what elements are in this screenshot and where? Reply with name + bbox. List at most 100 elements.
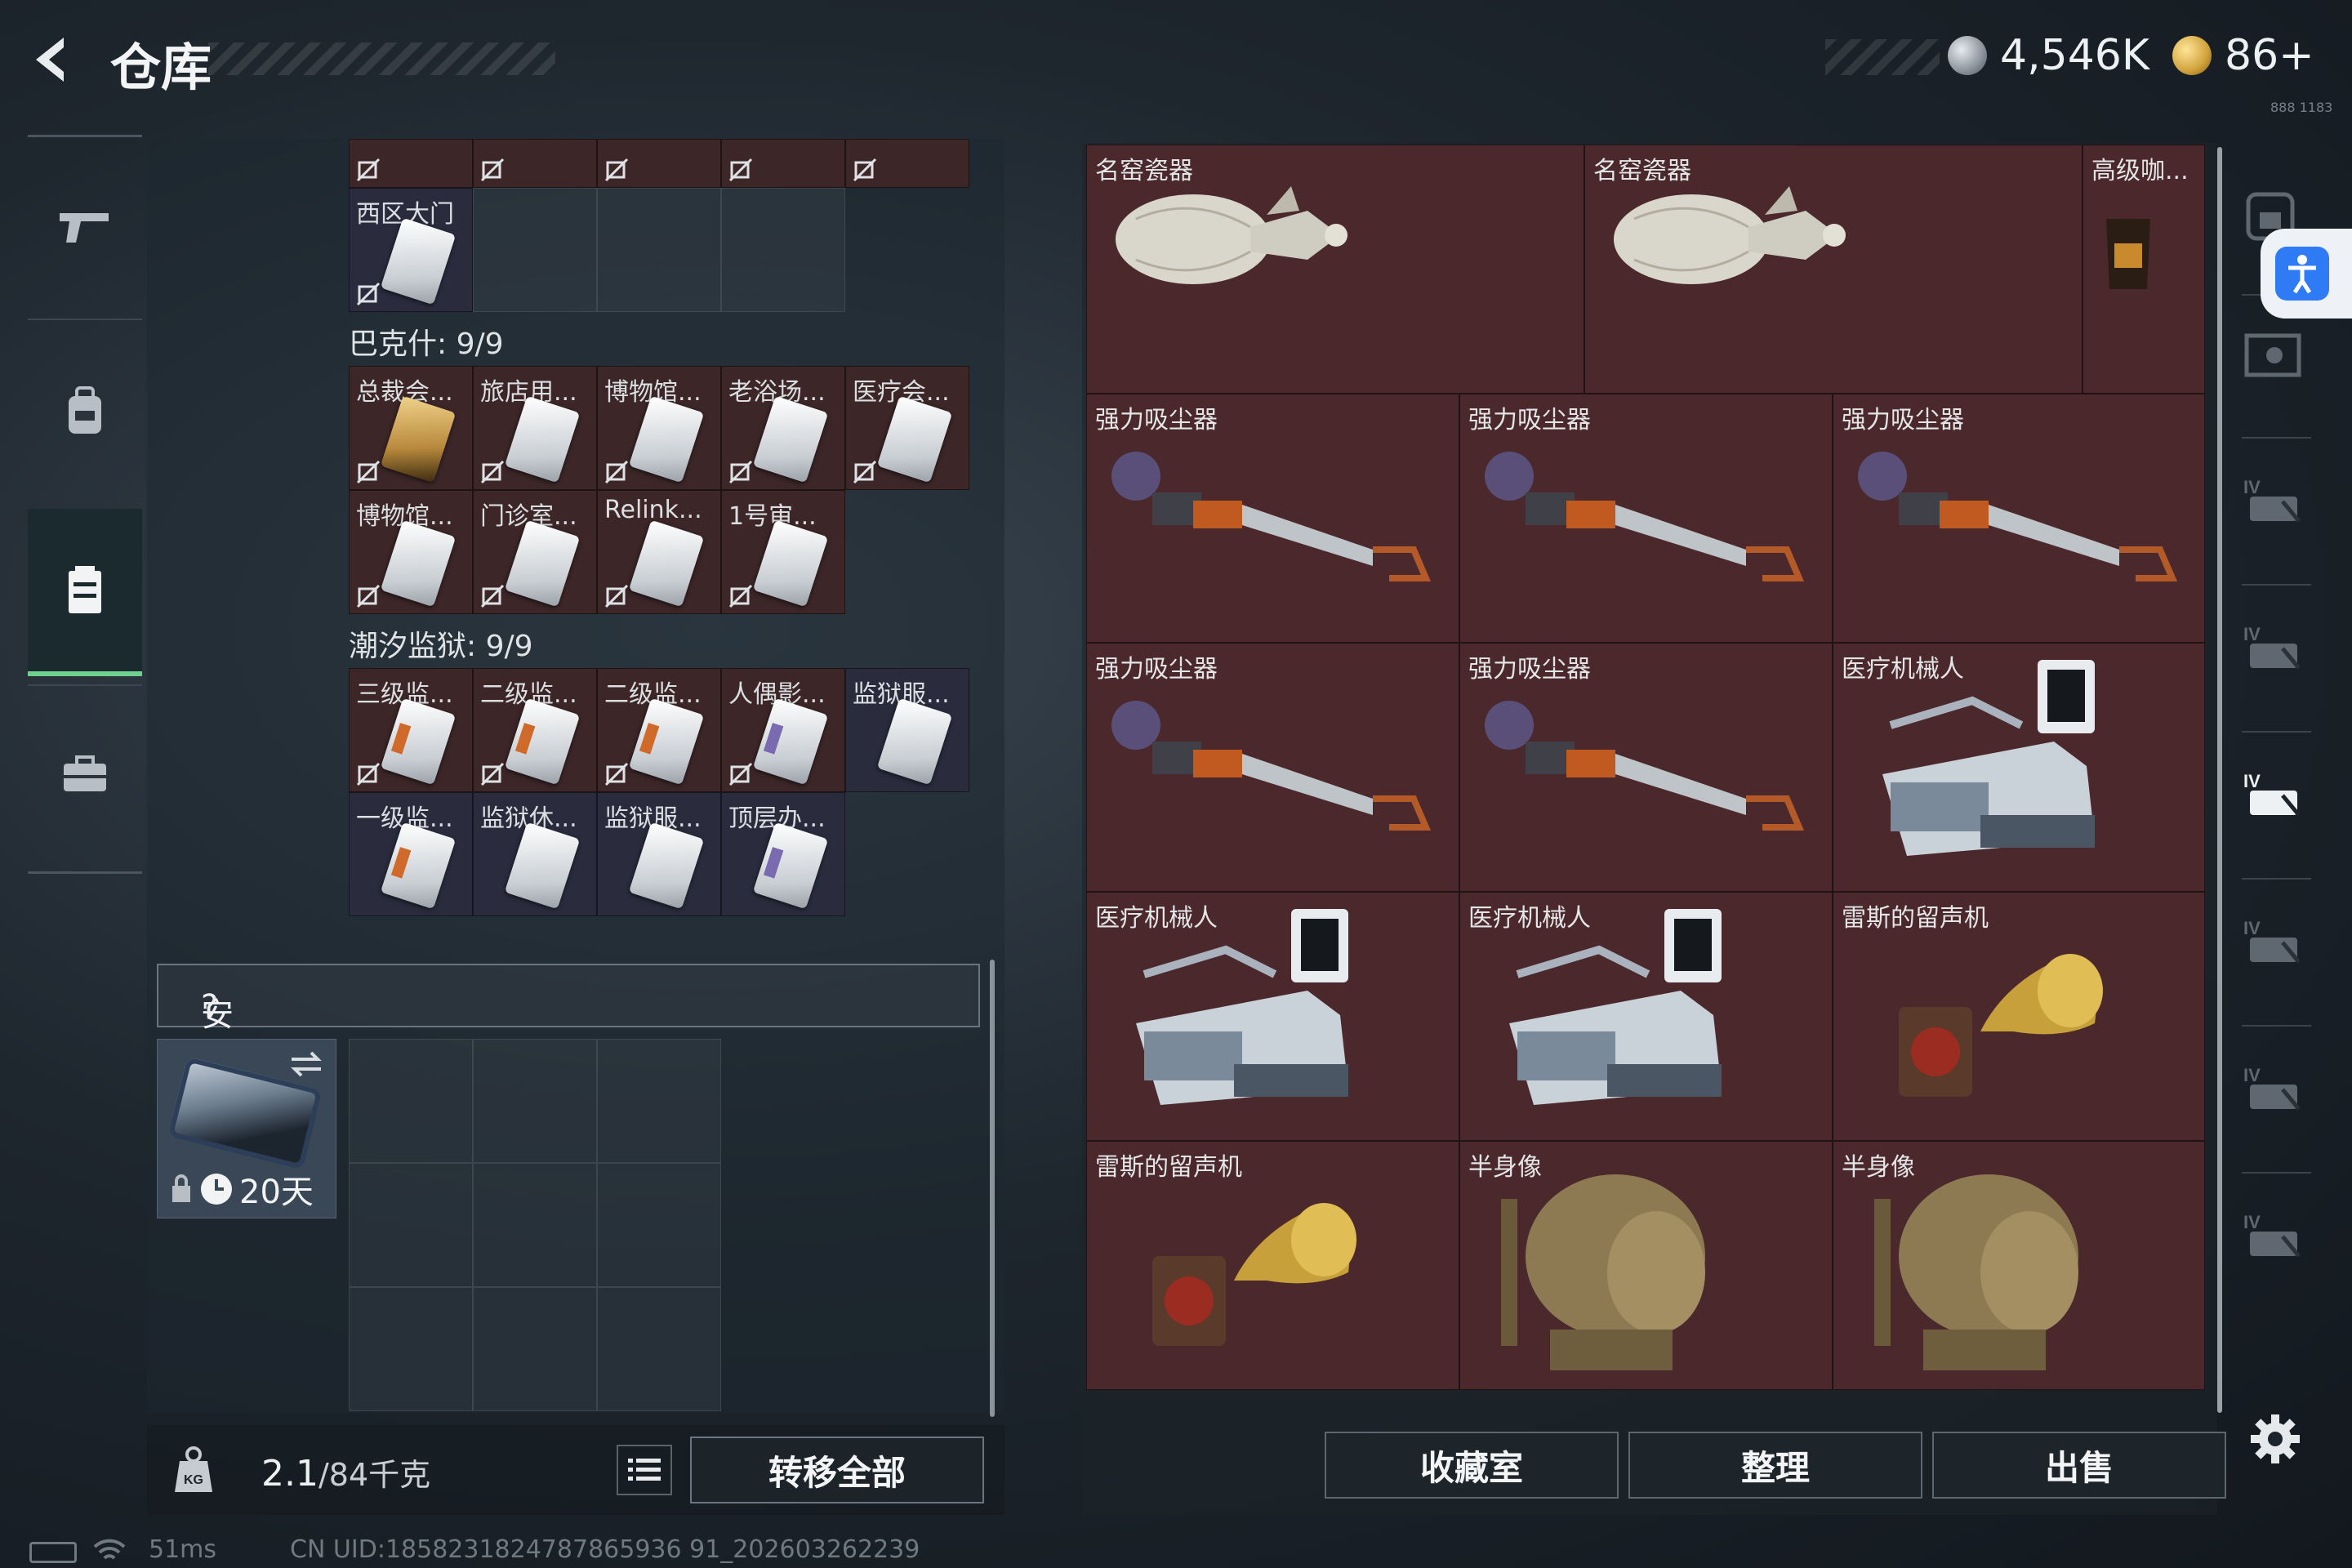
rail-tab-weapons[interactable] — [28, 145, 142, 309]
safebox-slot[interactable] — [597, 1039, 721, 1163]
stash-grid-tide-prison: 三级监... 二级监... 二级监... 人偶影... 监狱服... 一级监... 监狱休.… — [349, 668, 969, 916]
no-transfer-icon — [356, 584, 381, 608]
silver-currency[interactable]: 4,546K — [1948, 31, 2149, 80]
weight-readout: 2.1/84千克 — [261, 1450, 430, 1494]
key-card-item[interactable]: 二级监... — [597, 668, 721, 792]
sell-button[interactable]: 出售 — [1932, 1432, 2226, 1499]
safebox-case-item[interactable]: 20天 — [157, 1039, 336, 1218]
battery-icon — [29, 1542, 77, 1563]
key-card-item[interactable]: 老浴场... — [721, 366, 845, 490]
rail-tab-container[interactable] — [28, 509, 142, 676]
key-card-item[interactable]: 二级监... — [473, 668, 597, 792]
container-item-vacuum[interactable]: 强力吸尘器 — [1086, 394, 1459, 643]
safebox-slot[interactable] — [473, 1039, 597, 1163]
key-card-icon — [752, 697, 829, 786]
key-card-item[interactable]: 医疗会... — [845, 366, 969, 490]
iv-case-icon[interactable]: IV — [2242, 1209, 2307, 1266]
key-card-item[interactable] — [721, 139, 845, 188]
key-card-item[interactable] — [473, 139, 597, 188]
safebox-slot[interactable] — [473, 1163, 597, 1287]
stash-scrollbar[interactable] — [990, 960, 995, 1417]
container-item-robot[interactable]: 医疗机械人 — [1086, 892, 1459, 1141]
key-card-item[interactable] — [597, 139, 721, 188]
key-card-icon — [380, 519, 457, 608]
key-card-item[interactable]: 1号审... — [721, 490, 845, 614]
key-card-item[interactable]: 一级监... — [349, 792, 473, 916]
settings-gear-icon[interactable] — [2247, 1411, 2303, 1467]
svg-text:KG: KG — [184, 1473, 203, 1487]
iv-case-icon[interactable]: IV — [2242, 621, 2307, 678]
container-item-bust[interactable]: 半身像 — [1833, 1141, 2205, 1390]
key-card-item[interactable]: 监狱服... — [597, 792, 721, 916]
container-item-vacuum[interactable]: 强力吸尘器 — [1459, 643, 1833, 892]
weight-icon: KG — [175, 1446, 212, 1492]
rail-tab-briefcase[interactable] — [28, 693, 142, 856]
safebox-slot[interactable] — [473, 1287, 597, 1411]
transfer-all-button[interactable]: 转移全部 — [690, 1437, 984, 1503]
iv-case-icon[interactable]: IV — [2242, 915, 2307, 972]
container-scrollbar[interactable] — [2217, 147, 2222, 1413]
backpack-icon — [69, 386, 101, 434]
container-item-vase[interactable]: 名窑瓷器 — [1584, 145, 2082, 394]
key-card-item[interactable]: 监狱服... — [845, 668, 969, 792]
key-card-item[interactable]: 门诊室... — [473, 490, 597, 614]
key-card-item[interactable]: 顶层办... — [721, 792, 845, 916]
accessibility-icon — [2275, 247, 2329, 301]
key-card-item[interactable] — [845, 139, 969, 188]
key-card-item[interactable]: 旅店用... — [473, 366, 597, 490]
safebox-header[interactable]: 安全箱: 0/9 ? — [157, 964, 980, 1168]
svg-text:IV: IV — [2243, 1065, 2261, 1085]
safebox-slot[interactable] — [597, 1287, 721, 1411]
container-item-phonograph[interactable]: 雷斯的留声机 — [1833, 892, 2205, 1141]
key-card-item[interactable]: 博物馆... — [597, 366, 721, 490]
container-item-bust[interactable]: 半身像 — [1459, 1141, 1833, 1390]
list-view-button[interactable] — [617, 1445, 672, 1495]
coffee-icon — [2106, 219, 2150, 289]
safebox-slot[interactable] — [349, 1287, 473, 1411]
empty-slot[interactable] — [473, 188, 597, 312]
container-item-vase[interactable]: 名窑瓷器 — [1086, 145, 1584, 394]
key-card-item[interactable]: 人偶影... — [721, 668, 845, 792]
iv-case-icon[interactable]: IV — [2242, 1062, 2307, 1119]
container-item-vacuum[interactable]: 强力吸尘器 — [1459, 394, 1833, 643]
key-card-item[interactable]: 总裁会... — [349, 366, 473, 490]
no-transfer-icon — [480, 460, 505, 484]
gold-currency[interactable]: 86+ — [2172, 31, 2314, 80]
key-card-item[interactable]: 三级监... — [349, 668, 473, 792]
swap-icon[interactable] — [288, 1049, 324, 1079]
safebox-slot[interactable] — [349, 1039, 473, 1163]
help-icon[interactable]: ? — [201, 988, 218, 1026]
key-card-icon — [876, 395, 953, 483]
key-card-item[interactable]: Relink... — [597, 490, 721, 614]
iv-case-icon-active[interactable]: IV — [2242, 768, 2307, 825]
key-card-icon — [504, 519, 581, 608]
collection-room-button[interactable]: 收藏室 — [1325, 1432, 1619, 1499]
empty-slot[interactable] — [597, 188, 721, 312]
key-card-icon — [380, 217, 457, 305]
container-item-coffee[interactable]: 高级咖... — [2082, 145, 2205, 394]
key-card-item[interactable] — [349, 139, 473, 188]
safebox-slot[interactable] — [349, 1163, 473, 1287]
key-card-item[interactable]: 博物馆... — [349, 490, 473, 614]
item-label: 雷斯的留声机 — [1842, 904, 1989, 933]
key-card-item[interactable]: 西区大门 — [349, 188, 473, 312]
stash-west-row: 西区大门 — [349, 188, 969, 312]
empty-slot[interactable] — [721, 188, 845, 312]
container-item-vacuum[interactable]: 强力吸尘器 — [1086, 643, 1459, 892]
status-line: 51ms CN UID:1858231824787865936 91_20260… — [0, 1535, 2352, 1568]
iv-case-icon[interactable]: IV — [2242, 474, 2307, 531]
vault-icon[interactable] — [2242, 331, 2307, 388]
vase-icon — [1614, 186, 1846, 284]
gold-coin-icon — [2172, 36, 2212, 75]
accessibility-button[interactable] — [2261, 229, 2352, 318]
vacuum-icon — [1485, 701, 1805, 831]
container-item-robot[interactable]: 医疗机械人 — [1459, 892, 1833, 1141]
key-card-item[interactable]: 监狱休... — [473, 792, 597, 916]
organize-button[interactable]: 整理 — [1628, 1432, 1922, 1499]
container-item-phonograph[interactable]: 雷斯的留声机 — [1086, 1141, 1459, 1390]
safebox-slot[interactable] — [597, 1163, 721, 1287]
back-arrow-icon[interactable] — [24, 31, 82, 88]
container-item-vacuum[interactable]: 强力吸尘器 — [1833, 394, 2205, 643]
rail-tab-backpack[interactable] — [28, 329, 142, 492]
container-item-robot[interactable]: 医疗机械人 — [1833, 643, 2205, 892]
